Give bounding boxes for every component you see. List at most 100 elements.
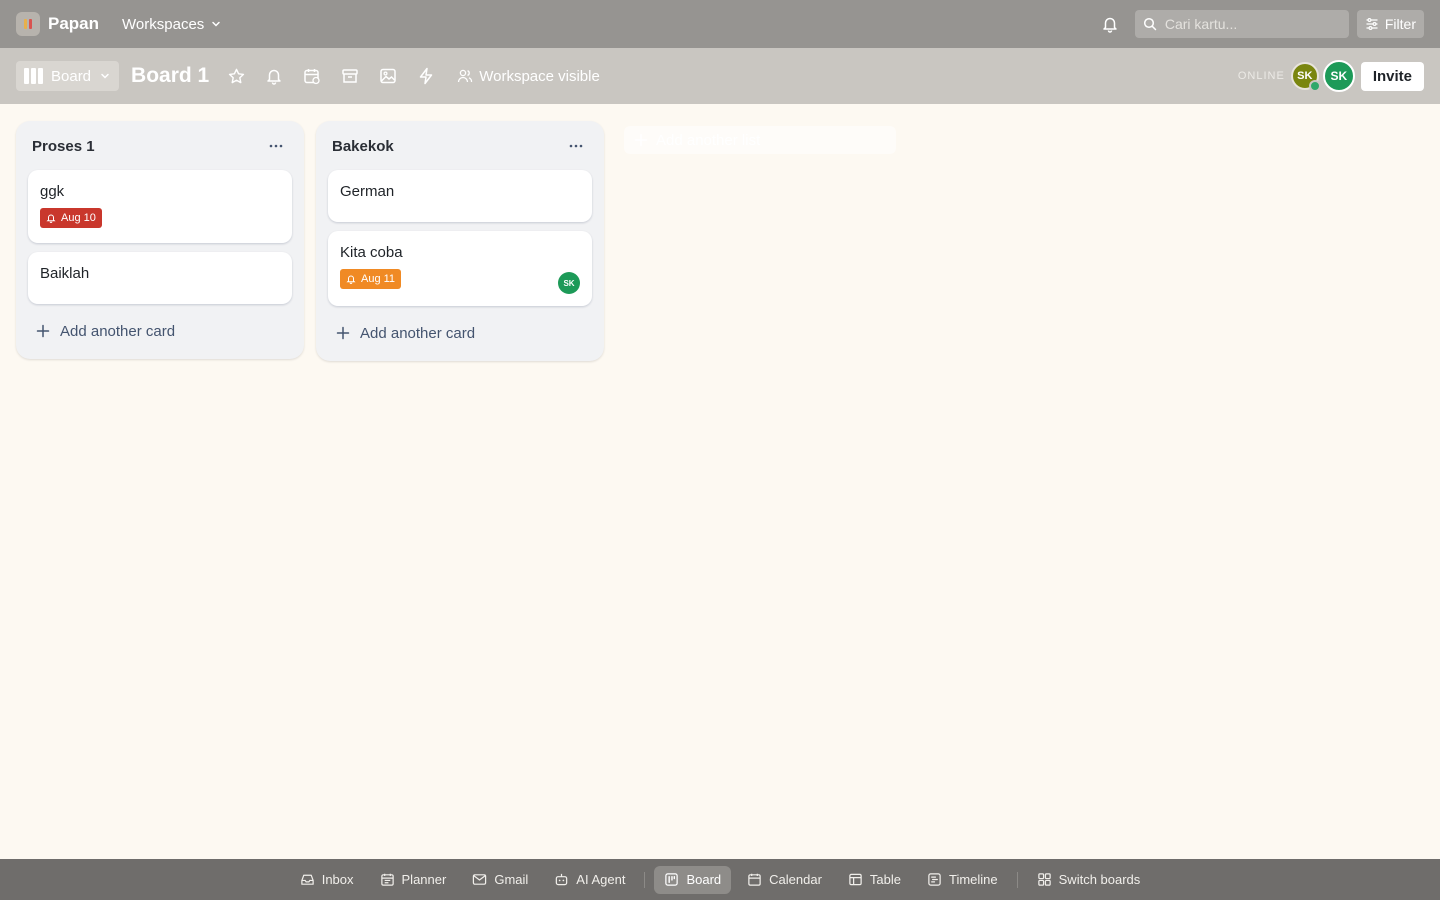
nav-planner[interactable]: Planner xyxy=(370,866,457,894)
lightning-icon xyxy=(417,67,435,85)
list-menu-button[interactable] xyxy=(264,134,288,158)
plus-icon xyxy=(336,326,350,340)
nav-timeline[interactable]: Timeline xyxy=(917,866,1008,894)
nav-divider xyxy=(1016,871,1018,888)
board-canvas: Proses 1 ggk Aug 10 Baiklah Add another … xyxy=(0,104,1440,859)
search-box[interactable] xyxy=(1134,10,1349,38)
timeline-icon xyxy=(927,872,942,887)
due-date-badge[interactable]: Aug 10 xyxy=(40,208,102,228)
add-card-button[interactable]: Add another card xyxy=(328,315,592,351)
watch-button[interactable] xyxy=(255,60,293,92)
mail-icon xyxy=(472,872,487,887)
avatar[interactable]: SK xyxy=(1322,60,1355,92)
plus-icon xyxy=(634,133,648,147)
archive-icon xyxy=(341,67,359,85)
robot-icon xyxy=(554,872,569,887)
avatar[interactable]: SK xyxy=(1290,62,1321,92)
online-label: ONLINE xyxy=(1237,70,1285,82)
add-card-button[interactable]: Add another card xyxy=(28,313,292,349)
search-icon xyxy=(1143,17,1157,31)
nav-label: Gmail xyxy=(494,872,529,887)
bell-icon xyxy=(265,67,283,85)
card[interactable]: Baiklah xyxy=(28,252,292,304)
list-menu-button[interactable] xyxy=(564,134,588,158)
nav-label: Calendar xyxy=(769,872,822,887)
switch-boards-button[interactable]: Switch boards xyxy=(1027,866,1151,894)
filter-button[interactable]: Filter xyxy=(1356,10,1424,38)
nav-divider xyxy=(644,871,646,888)
archive-button[interactable] xyxy=(331,60,369,92)
nav-inbox[interactable]: Inbox xyxy=(290,866,364,894)
app-name[interactable]: Papan xyxy=(48,14,99,34)
chevron-down-icon xyxy=(210,18,222,30)
card-member-avatar[interactable]: SK xyxy=(558,272,580,294)
card[interactable]: ggk Aug 10 xyxy=(28,170,292,243)
star-icon xyxy=(227,67,246,86)
avatar-initials: SK xyxy=(1297,70,1313,82)
due-date-text: Aug 11 xyxy=(361,273,396,285)
invite-button[interactable]: Invite xyxy=(1360,61,1424,91)
nav-label: Board xyxy=(686,872,722,887)
nav-label: Switch boards xyxy=(1058,872,1141,887)
list-proses-1[interactable]: Proses 1 ggk Aug 10 Baiklah Add another … xyxy=(16,121,304,359)
grid-icon xyxy=(1037,872,1052,887)
bell-icon xyxy=(46,213,56,223)
view-label: Board xyxy=(51,67,92,85)
plus-icon xyxy=(36,324,50,338)
add-card-label: Add another card xyxy=(360,324,476,342)
due-date-text: Aug 10 xyxy=(61,212,96,224)
workspaces-dropdown[interactable]: Workspaces xyxy=(122,16,222,33)
schedule-button[interactable] xyxy=(293,60,331,92)
nav-gmail[interactable]: Gmail xyxy=(462,866,538,894)
nav-label: Planner xyxy=(401,872,447,887)
bottom-nav: Inbox Planner Gmail AI Agent Board Calen… xyxy=(0,859,1440,900)
inbox-icon xyxy=(300,872,315,887)
nav-label: AI Agent xyxy=(576,872,626,887)
visibility-button[interactable]: Workspace visible xyxy=(457,68,600,85)
nav-ai-agent[interactable]: AI Agent xyxy=(544,866,635,894)
automation-button[interactable] xyxy=(407,60,445,92)
calendar-icon xyxy=(747,872,762,887)
list-title[interactable]: Bakekok xyxy=(332,138,394,155)
due-date-badge[interactable]: Aug 11 xyxy=(340,269,402,289)
nav-table[interactable]: Table xyxy=(838,866,911,894)
workspaces-label: Workspaces xyxy=(122,15,205,33)
nav-board[interactable]: Board xyxy=(654,865,732,894)
planner-icon xyxy=(380,872,395,887)
notifications-button[interactable] xyxy=(1093,7,1127,41)
add-card-label: Add another card xyxy=(60,322,176,340)
card-title: Kita coba xyxy=(340,244,403,261)
list-title[interactable]: Proses 1 xyxy=(32,138,95,155)
background-button[interactable] xyxy=(369,60,407,92)
card-title: German xyxy=(340,183,395,200)
nav-label: Table xyxy=(869,872,901,887)
visibility-label: Workspace visible xyxy=(479,67,600,85)
list-bakekok[interactable]: Bakekok German Kita coba Aug 11 SK Add a… xyxy=(316,121,604,361)
view-switcher[interactable]: Board xyxy=(16,61,120,91)
card[interactable]: Kita coba Aug 11 SK xyxy=(328,231,592,306)
image-icon xyxy=(379,67,397,85)
more-horizontal-icon xyxy=(568,138,584,154)
board-icon xyxy=(664,872,679,887)
add-list-label: Add another list xyxy=(656,131,761,149)
app-logo-icon[interactable] xyxy=(16,12,40,36)
calendar-clock-icon xyxy=(303,67,321,85)
board-view-icon xyxy=(24,68,43,84)
top-bar: Papan Workspaces Filter xyxy=(0,0,1440,48)
nav-label: Timeline xyxy=(948,872,998,887)
nav-calendar[interactable]: Calendar xyxy=(737,866,832,894)
board-title[interactable]: Board 1 xyxy=(131,64,209,88)
board-header: Board Board 1 Workspace visible ONLINE S… xyxy=(0,48,1440,104)
bell-icon xyxy=(346,274,356,284)
more-horizontal-icon xyxy=(268,138,284,154)
search-input[interactable] xyxy=(1164,16,1335,32)
card-title: ggk xyxy=(40,183,65,200)
star-button[interactable] xyxy=(217,60,255,92)
nav-label: Inbox xyxy=(321,872,354,887)
chevron-down-icon xyxy=(99,70,111,82)
card-title: Baiklah xyxy=(40,265,90,282)
users-icon xyxy=(457,68,473,84)
add-list-button[interactable]: Add another list xyxy=(624,126,896,154)
avatar-initials: SK xyxy=(1330,69,1348,83)
card[interactable]: German xyxy=(328,170,592,222)
